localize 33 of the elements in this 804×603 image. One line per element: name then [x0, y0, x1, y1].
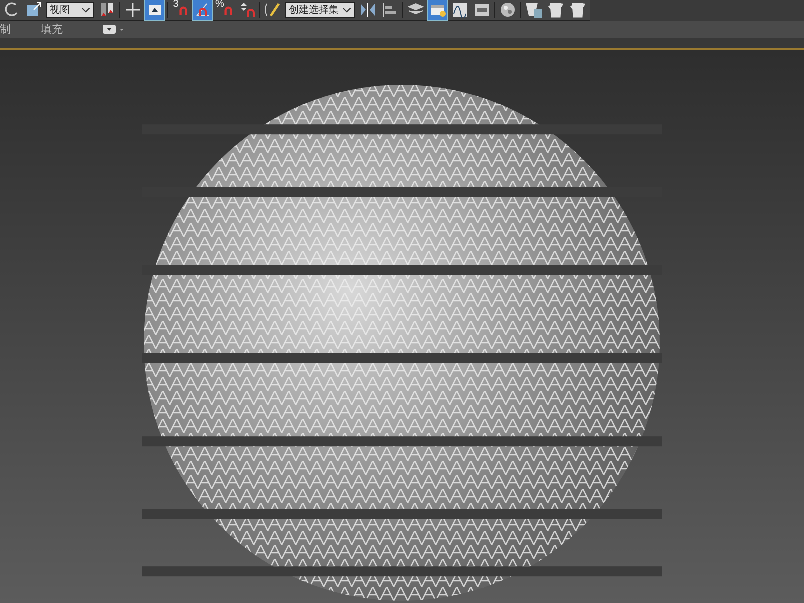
mirror-button[interactable]	[358, 0, 377, 20]
dropdown-icon[interactable]	[103, 24, 125, 35]
ribbon-tab[interactable]: 制	[0, 22, 11, 38]
ribbon-tab[interactable]: 填充	[41, 22, 63, 38]
dropdown[interactable]: 创建选择集	[285, 2, 355, 18]
bookmark-icon	[98, 2, 114, 18]
undo-icon	[4, 2, 20, 18]
dropdown[interactable]: 视图	[46, 2, 94, 18]
curve-editor-button[interactable]	[450, 0, 469, 20]
mirror-icon	[360, 2, 376, 18]
spinner-snap-icon	[238, 2, 254, 18]
edit-sets-icon	[264, 2, 280, 18]
render-setup-button[interactable]	[524, 0, 543, 20]
snap-button[interactable]: 3	[171, 0, 190, 20]
sphere-icon	[500, 2, 516, 18]
window-icon	[430, 2, 446, 18]
move-icon	[124, 2, 140, 18]
window-button[interactable]	[428, 0, 447, 20]
magnet-icon	[224, 6, 234, 14]
align-icon	[382, 2, 398, 18]
frame-button[interactable]	[145, 0, 164, 20]
magnet-icon	[178, 6, 188, 14]
sphere-button[interactable]	[498, 0, 517, 20]
frame-icon	[146, 2, 162, 18]
curve-editor-icon	[452, 2, 468, 18]
angle-snap-icon	[194, 2, 210, 18]
caret-icon	[82, 8, 90, 12]
angle-snap-button[interactable]	[193, 0, 212, 20]
snap-button[interactable]: %	[215, 0, 234, 20]
caret-icon	[343, 8, 351, 12]
move-button[interactable]	[123, 0, 142, 20]
select-region-icon	[26, 2, 42, 18]
panel-icon	[474, 2, 490, 18]
